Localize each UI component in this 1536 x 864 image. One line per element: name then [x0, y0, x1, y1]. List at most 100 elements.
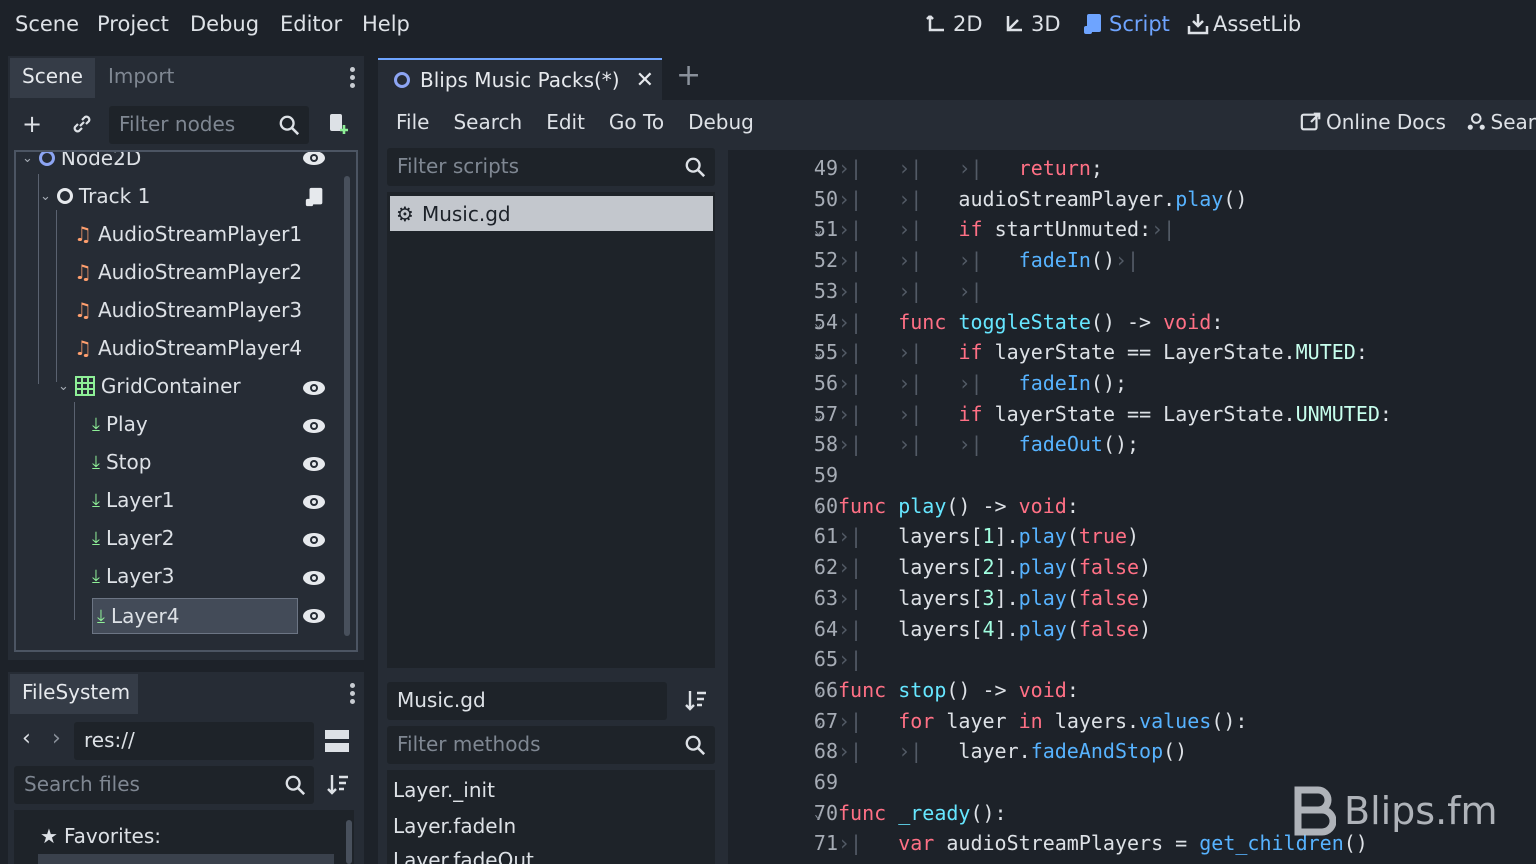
tree-node-node2d[interactable]: ⌄ Node2D	[22, 152, 141, 176]
script-menu-debug[interactable]: Debug	[688, 110, 754, 134]
code-line[interactable]: 64 ›| layers[4].play(false)	[728, 617, 1536, 648]
file-tree-scrollbar[interactable]	[346, 820, 352, 864]
tree-node-layer4[interactable]: ⤓ Layer4	[92, 598, 298, 634]
workspace-2d-button[interactable]: 2D	[926, 12, 983, 36]
code-line[interactable]: 54 ⌄ ›| func toggleState() -> void:	[728, 310, 1536, 341]
code-line[interactable]: 65 ›|	[728, 647, 1536, 678]
sort-icon[interactable]	[326, 772, 350, 796]
menu-debug[interactable]: Debug	[190, 12, 259, 36]
code-line[interactable]: 52 ›| ›| ›| fadeIn()›|	[728, 248, 1536, 279]
filter-scripts-input[interactable]: Filter scripts	[387, 148, 715, 186]
tree-node-audiostreamplayer1[interactable]: ♫ AudioStreamPlayer1	[74, 216, 302, 252]
add-tab-icon[interactable]: +	[676, 58, 701, 93]
script-menu-edit[interactable]: Edit	[546, 110, 585, 134]
visibility-eye-icon[interactable]	[302, 150, 326, 166]
split-mode-icon[interactable]	[324, 728, 350, 754]
fold-arrow-icon[interactable]: ⌄	[814, 683, 822, 699]
visibility-eye-icon[interactable]	[302, 456, 326, 472]
menu-scene[interactable]: Scene	[15, 12, 79, 36]
tree-node-layer2[interactable]: ⤓ Layer2	[92, 520, 174, 556]
scene-dock-menu-icon[interactable]	[350, 64, 356, 91]
collapse-caret-icon[interactable]: ⌄	[58, 379, 69, 394]
add-node-icon[interactable]: +	[22, 112, 42, 136]
file-row-selected[interactable]	[38, 854, 334, 864]
visibility-eye-icon[interactable]	[302, 532, 326, 548]
close-icon[interactable]: ✕	[636, 68, 654, 93]
code-line[interactable]: 56 ›| ›| ›| fadeIn();	[728, 371, 1536, 402]
back-icon[interactable]: ‹	[22, 728, 31, 750]
code-line[interactable]: 71 ›| var audioStreamPlayers = get_childr…	[728, 831, 1536, 862]
code-line[interactable]: 68 ›| ›| layer.fadeAndStop()	[728, 739, 1536, 770]
fold-arrow-icon[interactable]: ⌄	[814, 222, 822, 238]
tree-node-layer1[interactable]: ⤓ Layer1	[92, 482, 174, 518]
tab-import[interactable]: Import	[96, 58, 186, 98]
favorites-item[interactable]: ★ Favorites:	[40, 824, 161, 848]
fold-arrow-icon[interactable]: ⌄	[814, 806, 822, 822]
forward-icon[interactable]: ›	[52, 728, 61, 750]
tree-node-audiostreamplayer4[interactable]: ♫ AudioStreamPlayer4	[74, 330, 302, 366]
visibility-eye-icon[interactable]	[302, 494, 326, 510]
visibility-eye-icon[interactable]	[302, 608, 326, 624]
search-files-input[interactable]: Search files	[14, 766, 314, 804]
code-line[interactable]: 58 ›| ›| ›| fadeOut();	[728, 432, 1536, 463]
workspace-3d-button[interactable]: 3D	[1004, 12, 1061, 36]
code-line[interactable]: 66 ⌄ func stop() -> void:	[728, 678, 1536, 709]
fold-arrow-icon[interactable]: ⌄	[814, 345, 822, 361]
code-line[interactable]: 51 ⌄ ›| ›| if startUnmuted:›|	[728, 217, 1536, 248]
workspace-script-button[interactable]: Script	[1082, 12, 1170, 36]
script-menu-goto[interactable]: Go To	[609, 110, 664, 134]
code-line[interactable]: 50 ›| ›| audioStreamPlayer.play()	[728, 187, 1536, 218]
menu-editor[interactable]: Editor	[280, 12, 342, 36]
collapse-caret-icon[interactable]: ⌄	[22, 152, 33, 166]
editor-tab-blips-music-packs[interactable]: Blips Music Packs(*) ✕	[378, 58, 662, 100]
tree-node-gridcontainer[interactable]: ⌄ GridContainer	[58, 368, 241, 404]
online-docs-button[interactable]: Online Docs	[1300, 110, 1446, 134]
code-line[interactable]: 60 ⌄ func play() -> void:	[728, 494, 1536, 525]
menu-help[interactable]: Help	[362, 12, 410, 36]
tree-node-audiostreamplayer2[interactable]: ♫ AudioStreamPlayer2	[74, 254, 302, 290]
search-help-button[interactable]: Sear	[1466, 110, 1536, 134]
tree-node-layer3[interactable]: ⤓ Layer3	[92, 558, 174, 594]
filter-methods-input[interactable]: Filter methods	[387, 726, 715, 764]
fold-arrow-icon[interactable]: ⌄	[814, 315, 822, 331]
method-item[interactable]: Layer.fadeIn	[393, 814, 516, 838]
tree-node-stop[interactable]: ⤓ Stop	[92, 444, 151, 480]
fold-arrow-icon[interactable]: ⌄	[814, 407, 822, 423]
collapse-caret-icon[interactable]: ⌄	[40, 189, 51, 204]
scene-tree-scrollbar[interactable]	[344, 176, 350, 636]
sort-icon[interactable]	[684, 688, 708, 712]
workspace-assetlib-button[interactable]: AssetLib	[1186, 12, 1301, 36]
tab-scene[interactable]: Scene	[10, 58, 95, 98]
code-line[interactable]: 63 ›| layers[3].play(false)	[728, 586, 1536, 617]
menu-project[interactable]: Project	[97, 12, 169, 36]
code-line[interactable]: 67 ⌄ ›| for layer in layers.values():	[728, 709, 1536, 740]
code-line[interactable]: 62 ›| layers[2].play(false)	[728, 555, 1536, 586]
fold-arrow-icon[interactable]: ⌄	[814, 499, 822, 515]
script-attached-icon[interactable]	[304, 186, 326, 208]
tab-filesystem[interactable]: FileSystem	[10, 674, 138, 714]
visibility-eye-icon[interactable]	[302, 380, 326, 396]
path-input[interactable]: res://	[74, 722, 314, 760]
method-item[interactable]: Layer.fadeOut	[393, 848, 534, 864]
code-line[interactable]: 55 ⌄ ›| ›| if layerState == LayerState.MUT…	[728, 340, 1536, 371]
code-line[interactable]: 57 ⌄ ›| ›| if layerState == LayerState.UNM…	[728, 402, 1536, 433]
script-menu-search[interactable]: Search	[453, 110, 522, 134]
link-icon[interactable]	[70, 112, 94, 136]
attach-script-icon[interactable]	[326, 112, 350, 136]
script-list-item[interactable]: ⚙ Music.gd	[390, 196, 713, 231]
code-editor[interactable]: 49 ›| ›| ›| return; 50 ›| ›| audioStreamPla…	[728, 150, 1536, 864]
script-menu-file[interactable]: File	[396, 110, 429, 134]
workspace-2d-label: 2D	[953, 12, 983, 36]
tree-node-track-1[interactable]: ⌄ Track 1	[40, 178, 150, 214]
tree-node-play[interactable]: ⤓ Play	[92, 406, 148, 442]
visibility-eye-icon[interactable]	[302, 570, 326, 586]
code-line[interactable]: 53 ›| ›| ›|	[728, 279, 1536, 310]
code-line[interactable]: 49 ›| ›| ›| return;	[728, 156, 1536, 187]
fold-arrow-icon[interactable]: ⌄	[814, 714, 822, 730]
code-line[interactable]: 59	[728, 463, 1536, 494]
visibility-eye-icon[interactable]	[302, 418, 326, 434]
filesystem-menu-icon[interactable]	[350, 680, 356, 707]
method-item[interactable]: Layer._init	[393, 778, 495, 802]
code-line[interactable]: 61 ›| layers[1].play(true)	[728, 524, 1536, 555]
tree-node-audiostreamplayer3[interactable]: ♫ AudioStreamPlayer3	[74, 292, 302, 328]
